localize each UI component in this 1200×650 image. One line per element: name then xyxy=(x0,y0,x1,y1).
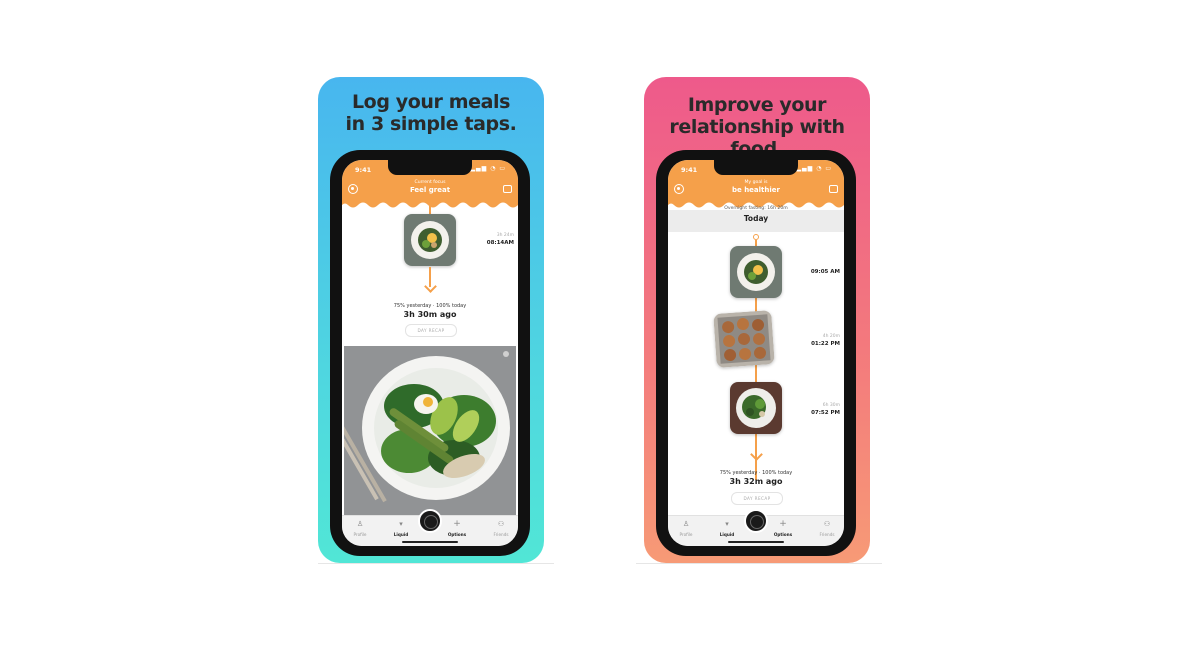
plus-icon[interactable]: + xyxy=(444,519,470,529)
right-card-baseline xyxy=(636,563,882,564)
left-tab-bar: ♙ Profile ▾ Liquid + Options ⚇ Friends xyxy=(342,509,518,546)
home-indicator xyxy=(402,541,458,543)
right-phone-screen: 9:41 ▂▄▆ ◔ ▭ My goal is be healthier Ove… xyxy=(668,160,844,546)
meal-time-label: 07:52 PM xyxy=(811,410,840,416)
right-tab-bar: ♙ Profile ▾ Liquid + Options ⚇ Friends xyxy=(668,509,844,546)
meal-photo-thumb[interactable] xyxy=(730,246,782,298)
tab-options[interactable]: Options xyxy=(770,532,796,537)
right-phone-frame: 9:41 ▂▄▆ ◔ ▭ My goal is be healthier Ove… xyxy=(656,150,856,556)
left-headline: Log your meals in 3 simple taps. xyxy=(318,91,544,135)
status-time: 9:41 xyxy=(355,166,372,174)
meal-time-label: 01:22 PM xyxy=(811,341,840,347)
camera-shutter-button[interactable] xyxy=(744,509,768,533)
tab-liquid[interactable]: Liquid xyxy=(388,532,414,537)
tab-profile[interactable]: Profile xyxy=(347,532,373,537)
plus-icon[interactable]: + xyxy=(770,519,796,529)
day-recap-button[interactable]: DAY RECAP xyxy=(405,324,457,337)
time-since-last-meal: 3h 30m ago xyxy=(403,310,457,319)
meal-photo-thumb[interactable] xyxy=(404,214,456,266)
profile-icon[interactable]: ♙ xyxy=(673,520,699,528)
goal-title[interactable]: be healthier xyxy=(668,186,844,194)
progress-summary: 75% yesterday · 100% today xyxy=(719,470,793,476)
status-time: 9:41 xyxy=(681,166,698,174)
tab-options[interactable]: Options xyxy=(444,532,470,537)
left-card-baseline xyxy=(318,563,554,564)
meal-ago-label: 4h 20m xyxy=(822,334,840,339)
tab-liquid[interactable]: Liquid xyxy=(714,532,740,537)
cup-icon[interactable]: ▾ xyxy=(388,520,414,528)
meal-time-label: 09:05 AM xyxy=(810,269,840,275)
meal-ago-label: 3h 24m xyxy=(496,233,514,238)
meal-ago-label: 6h 30m xyxy=(822,403,840,408)
photo-icon[interactable] xyxy=(503,185,512,193)
today-label: Today xyxy=(743,214,769,223)
goal-subtitle: My goal is xyxy=(744,180,768,185)
profile-icon[interactable]: ♙ xyxy=(347,520,373,528)
time-since-last-meal: 3h 32m ago xyxy=(729,477,783,486)
focus-title[interactable]: Feel great xyxy=(342,186,518,194)
phone-notch xyxy=(714,160,798,175)
left-phone-screen: 9:41 ▂▄▆ ◔ ▭ Current focus Feel great 3h… xyxy=(342,160,518,546)
fasting-label: Overnight fasting: 16h 20m xyxy=(724,206,788,211)
left-headline-line1: Log your meals xyxy=(351,91,511,113)
day-recap-button[interactable]: DAY RECAP xyxy=(731,492,783,505)
meal-photo-thumb[interactable] xyxy=(730,382,782,434)
arrow-down-icon xyxy=(750,448,763,461)
right-headline-line1: Improve your xyxy=(687,94,827,116)
home-indicator xyxy=(728,541,784,543)
timeline-line xyxy=(429,204,431,214)
photo-icon[interactable] xyxy=(829,185,838,193)
left-headline-line2: in 3 simple taps. xyxy=(345,113,517,135)
status-icons: ▂▄▆ ◔ ▭ xyxy=(470,165,506,172)
tab-friends[interactable]: Friends xyxy=(488,532,514,537)
status-icons: ▂▄▆ ◔ ▭ xyxy=(796,165,832,172)
camera-preview xyxy=(344,346,516,516)
camera-shutter-button[interactable] xyxy=(418,509,442,533)
friends-icon[interactable]: ⚇ xyxy=(488,520,514,528)
progress-summary: 75% yesterday · 100% today xyxy=(393,303,467,309)
meal-time-label: 08:14AM xyxy=(486,240,514,246)
tab-profile[interactable]: Profile xyxy=(673,532,699,537)
cup-icon[interactable]: ▾ xyxy=(714,520,740,528)
arrow-down-icon xyxy=(424,280,437,293)
right-promo-card: Improve your relationship with food. 9:4… xyxy=(644,77,870,563)
tab-friends[interactable]: Friends xyxy=(814,532,840,537)
left-promo-card: Log your meals in 3 simple taps. 9:41 ▂▄… xyxy=(318,77,544,563)
meal-photo-thumb[interactable] xyxy=(713,310,775,368)
left-phone-frame: 9:41 ▂▄▆ ◔ ▭ Current focus Feel great 3h… xyxy=(330,150,530,556)
phone-notch xyxy=(388,160,472,175)
friends-icon[interactable]: ⚇ xyxy=(814,520,840,528)
focus-subtitle: Current focus xyxy=(414,180,446,185)
